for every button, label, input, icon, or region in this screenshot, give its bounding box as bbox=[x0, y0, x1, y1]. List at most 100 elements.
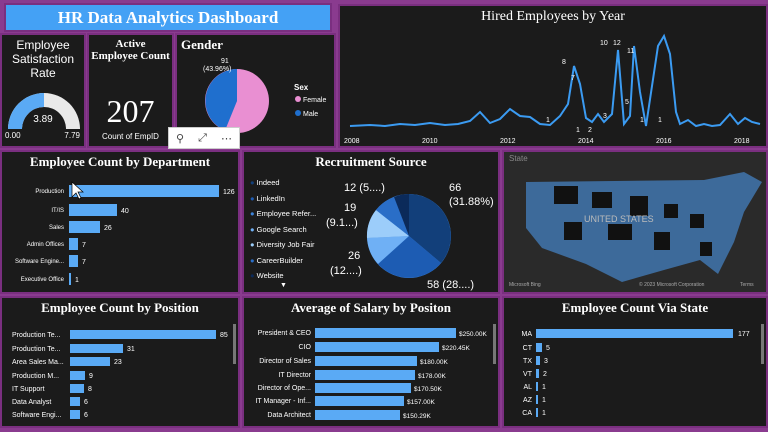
salary-bar-chart: President & CEO CIO Director of Sales IT… bbox=[255, 324, 496, 420]
department-card[interactable]: Employee Count by Department Production … bbox=[0, 150, 240, 294]
position-bar[interactable] bbox=[70, 330, 216, 339]
position-row-label: Area Sales Ma... bbox=[12, 359, 64, 366]
state-row-label: TX bbox=[523, 358, 532, 365]
salary-row-label: President & CEO bbox=[258, 330, 312, 337]
salary-bar[interactable] bbox=[315, 396, 404, 406]
position-row-value: 6 bbox=[84, 412, 88, 419]
state-map-card[interactable]: State UNITED STATES Microsoft Bing © 202… bbox=[502, 150, 768, 294]
year-tick: 2008 bbox=[344, 138, 360, 145]
dept-bar[interactable] bbox=[69, 273, 71, 285]
map-copyright: © 2023 Microsoft Corporation bbox=[639, 281, 705, 288]
dept-row-label: Software Engine... bbox=[15, 259, 64, 265]
salary-row-value: $250.00K bbox=[459, 331, 487, 338]
position-bar[interactable] bbox=[70, 397, 80, 406]
salary-row-value: $170.50K bbox=[414, 386, 442, 393]
year-tick: 2012 bbox=[500, 138, 516, 145]
peak-label: 1 bbox=[658, 117, 662, 124]
map-logo: Microsoft Bing bbox=[509, 282, 541, 288]
peak-label: 3 bbox=[603, 113, 607, 120]
recruit-slice-label: 58 (28....) bbox=[427, 279, 474, 291]
dept-row-value: 7 bbox=[82, 242, 86, 249]
state-row-label: AL bbox=[523, 384, 532, 391]
recruit-slice-label: 19 bbox=[344, 202, 356, 214]
dept-row-label: Admin Offices bbox=[27, 242, 64, 248]
position-bar[interactable] bbox=[70, 410, 80, 419]
dept-bar[interactable] bbox=[69, 238, 78, 250]
dept-bar[interactable] bbox=[69, 221, 100, 233]
peak-label: 1 bbox=[640, 117, 644, 124]
salary-bar[interactable] bbox=[315, 342, 439, 352]
salary-bar[interactable] bbox=[315, 383, 411, 393]
map-terms[interactable]: Terms bbox=[740, 282, 754, 288]
position-row-value: 31 bbox=[127, 346, 135, 353]
state-bar[interactable] bbox=[536, 408, 538, 417]
recruit-slice-label: (12....) bbox=[330, 265, 362, 277]
salary-bar[interactable] bbox=[315, 410, 400, 420]
salary-bar[interactable] bbox=[315, 356, 417, 366]
position-bar[interactable] bbox=[70, 357, 110, 366]
active-employee-card[interactable]: Active Employee Count 207 Count of EmpID bbox=[87, 33, 174, 148]
peak-label: 7 bbox=[571, 75, 575, 82]
dept-row-value: 26 bbox=[104, 225, 112, 232]
position-card[interactable]: Employee Count by Position Production Te… bbox=[0, 296, 240, 428]
visual-toolbar: ⚲ ⤢ ⋯ bbox=[168, 127, 240, 149]
satisfaction-title: Employee Satisfaction Rate bbox=[11, 38, 75, 80]
us-map[interactable]: UNITED STATES Microsoft Bing © 2023 Micr… bbox=[504, 152, 766, 292]
salary-scrollbar[interactable] bbox=[493, 324, 496, 364]
position-row-value: 85 bbox=[220, 332, 228, 339]
position-row-label: Data Analyst bbox=[12, 399, 51, 406]
position-row-label: IT Support bbox=[12, 386, 45, 393]
dept-bar[interactable] bbox=[69, 185, 219, 197]
active-sublabel: Count of EmpID bbox=[102, 132, 159, 141]
salary-row-value: $157.00K bbox=[407, 399, 435, 406]
state-bar[interactable] bbox=[536, 369, 539, 378]
dept-row-label: IT/IS bbox=[51, 208, 64, 214]
state-row-label: CT bbox=[523, 345, 533, 352]
focus-mode-icon[interactable]: ⤢ bbox=[198, 132, 207, 145]
state-bar[interactable] bbox=[536, 329, 733, 338]
salary-card[interactable]: Average of Salary by Positon President &… bbox=[242, 296, 500, 428]
peak-label: 8 bbox=[562, 59, 566, 66]
recruitment-card[interactable]: Recruitment Source ● Indeed ● LinkedIn ●… bbox=[242, 150, 500, 294]
state-bar[interactable] bbox=[536, 343, 542, 352]
gender-slice-label-count: 91 bbox=[221, 58, 229, 65]
dept-bar[interactable] bbox=[69, 204, 117, 216]
position-row-value: 6 bbox=[84, 399, 88, 406]
recruit-pie: 66 (31.88%) 58 (28....) 26 (12....) 19 (… bbox=[326, 182, 494, 291]
state-row-value: 177 bbox=[738, 331, 750, 338]
state-row-value: 1 bbox=[542, 384, 546, 391]
state-row-label: VT bbox=[523, 371, 533, 378]
state-row-label: MA bbox=[522, 331, 533, 338]
satisfaction-card[interactable]: Employee Satisfaction Rate 3.89 0.00 7.7… bbox=[0, 33, 86, 148]
state-bar[interactable] bbox=[536, 382, 538, 391]
position-bar[interactable] bbox=[70, 344, 123, 353]
dept-bar[interactable] bbox=[69, 255, 78, 267]
hired-by-year-card[interactable]: Hired Employees by Year 10 12 8 7 11 5 3… bbox=[338, 4, 768, 148]
state-bar[interactable] bbox=[536, 356, 540, 365]
dept-row-value: 40 bbox=[121, 208, 129, 215]
position-bar[interactable] bbox=[70, 384, 84, 393]
peak-label: 5 bbox=[625, 99, 629, 106]
filter-icon[interactable]: ⚲ bbox=[176, 132, 184, 145]
peak-label: 2 bbox=[588, 127, 592, 134]
salary-row-value: $180.00K bbox=[420, 359, 448, 366]
position-scrollbar[interactable] bbox=[233, 324, 236, 364]
dept-row-label: Sales bbox=[49, 225, 64, 231]
salary-row-label: IT Manager - Inf... bbox=[255, 398, 311, 405]
recruit-slice-label: 26 bbox=[348, 250, 360, 262]
female-legend-dot bbox=[295, 96, 301, 102]
year-tick: 2018 bbox=[734, 138, 750, 145]
position-row-value: 23 bbox=[114, 359, 122, 366]
salary-bar[interactable] bbox=[315, 328, 456, 338]
state-scrollbar[interactable] bbox=[761, 324, 764, 364]
dept-bar-chart: Production IT/IS Sales Admin Offices Sof… bbox=[15, 181, 235, 285]
recruit-slice-label: 12 (5....) bbox=[344, 182, 385, 194]
position-bar[interactable] bbox=[70, 371, 85, 380]
more-options-icon[interactable]: ⋯ bbox=[221, 132, 232, 145]
satisfaction-max: 7.79 bbox=[64, 131, 80, 140]
state-bar[interactable] bbox=[536, 395, 538, 404]
state-card[interactable]: Employee Count Via State MA CT TX VT AL … bbox=[502, 296, 768, 428]
salary-bar[interactable] bbox=[315, 370, 415, 380]
salary-row-label: Director of Sales bbox=[259, 358, 311, 365]
dept-row-value: 1 bbox=[75, 277, 79, 284]
